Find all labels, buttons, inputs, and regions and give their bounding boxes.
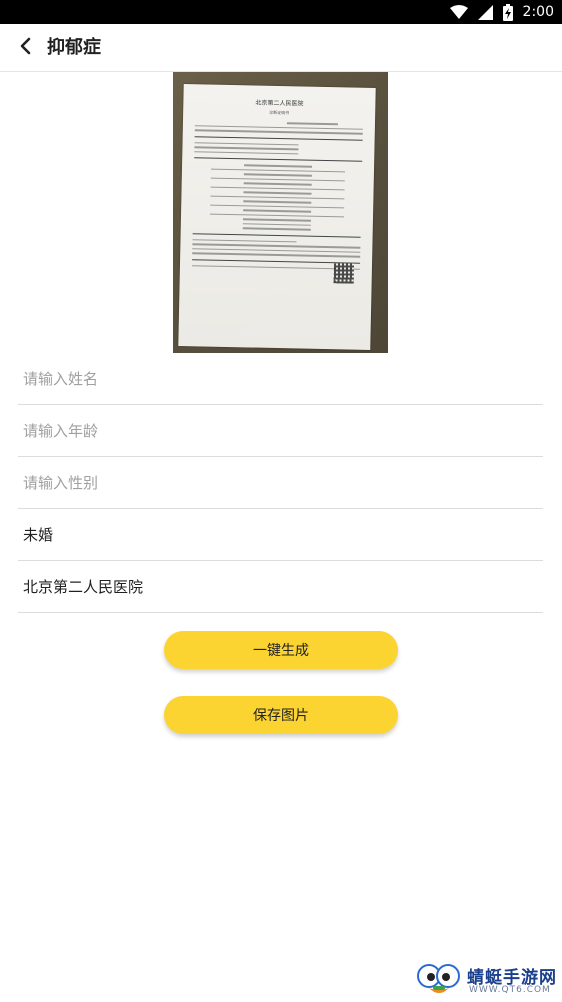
page-title: 抑郁症: [47, 37, 101, 58]
marital-status-input[interactable]: [23, 509, 523, 560]
age-field-row: [18, 405, 543, 457]
paper-divider: [194, 157, 363, 162]
paper-title: 北京第二人民医院: [255, 99, 304, 108]
paper-line: [287, 122, 338, 125]
paper-line: [244, 164, 312, 168]
paper-line: [192, 238, 297, 243]
paper-line: [210, 195, 345, 200]
paper-line: [210, 204, 345, 209]
gender-input[interactable]: [23, 457, 523, 508]
marital-status-field-row: [18, 509, 543, 561]
paper-subtitle: 诊断证明书: [269, 109, 290, 116]
diagnosis-paper: 北京第二人民医院 诊断证明书: [178, 84, 376, 350]
back-arrow-icon: [18, 37, 32, 59]
paper-line: [244, 173, 312, 177]
signal-icon: [477, 4, 493, 20]
paper-line: [244, 182, 312, 186]
watermark-url: WWW.QT6.COM: [469, 985, 551, 995]
name-field-row: [18, 353, 543, 405]
paper-line: [243, 200, 311, 204]
paper-line: [210, 168, 346, 173]
generate-button[interactable]: 一键生成: [164, 631, 398, 669]
paper-line: [210, 177, 345, 182]
paper-divider: [194, 135, 363, 141]
dragonfly-logo-icon: [415, 962, 463, 1002]
save-image-button[interactable]: 保存图片: [164, 696, 398, 734]
paper-line: [243, 222, 311, 226]
paper-line: [243, 227, 311, 231]
qr-code: [333, 263, 355, 284]
document-photo: 北京第二人民医院 诊断证明书: [173, 72, 388, 353]
paper-line: [194, 141, 299, 146]
paper-line: [194, 146, 299, 150]
hospital-field-row: [18, 561, 543, 613]
status-time: 2:00: [522, 4, 554, 20]
hospital-input[interactable]: [23, 561, 523, 612]
paper-line: [243, 209, 311, 213]
paper-line: [243, 191, 312, 195]
paper-line: [243, 218, 311, 222]
paper-line: [210, 186, 345, 191]
name-input[interactable]: [23, 353, 523, 404]
back-button[interactable]: [10, 33, 40, 63]
watermark: 蜻蜓手游网 WWW.QT6.COM: [415, 962, 560, 998]
age-input[interactable]: [23, 405, 523, 456]
paper-line: [194, 129, 363, 135]
paper-divider: [192, 232, 361, 238]
gender-field-row: [18, 457, 543, 509]
battery-charging-icon: [502, 3, 513, 21]
wifi-icon: [449, 5, 468, 19]
paper-line: [192, 252, 361, 258]
app-bar: 抑郁症: [0, 24, 562, 72]
paper-line: [194, 150, 299, 155]
paper-line: [209, 213, 345, 218]
status-bar: 2:00: [0, 0, 562, 24]
status-icons: 2:00: [449, 3, 554, 21]
